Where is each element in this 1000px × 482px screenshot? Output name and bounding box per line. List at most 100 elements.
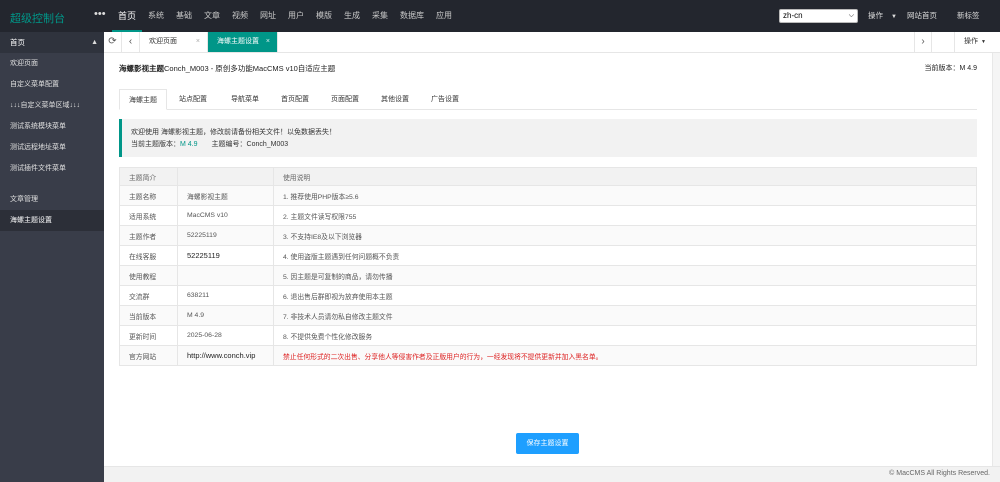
tab-welcome-label: 欢迎页面	[149, 38, 177, 45]
sidebar-item-conch-theme[interactable]: 海螺主题设置	[0, 210, 104, 231]
close-icon[interactable]: ×	[266, 32, 270, 52]
chevron-down-icon: ⌵	[848, 12, 854, 19]
page-title: 海螺影视主题Conch_M003 - 原创多功能MacCMS v10自适应主题	[119, 63, 335, 74]
sidebar-head-home[interactable]: 首页 ▲	[0, 32, 104, 53]
row-key: 使用教程	[119, 265, 178, 286]
top-ops-menu[interactable]: 操作 ▼	[868, 0, 897, 32]
table-row: 官方网站 http://www.conch.vip 禁止任何形式的二次出售、分享…	[119, 345, 977, 366]
top-nav-user[interactable]: 用户	[282, 0, 310, 32]
top-nav-database[interactable]: 数据库	[394, 0, 430, 32]
copyright: © MacCMS All Rights Reserved.	[889, 470, 990, 477]
sidebar-item-test-system[interactable]: 测试系统模块菜单	[0, 116, 104, 137]
tabs-ops-menu[interactable]: 操作 ▼	[954, 32, 1000, 52]
row-note: 2. 主题文件读写权限755	[273, 205, 977, 226]
table-header-intro: 主题简介	[119, 167, 178, 186]
top-nav-apps[interactable]: 应用	[430, 0, 458, 32]
table-header-blank	[177, 167, 274, 186]
row-value: 52225119	[177, 225, 274, 246]
row-value: MacCMS v10	[177, 205, 274, 226]
more-icon[interactable]: •••	[94, 8, 106, 20]
top-ops-label: 操作	[868, 11, 883, 20]
row-key: 当前版本	[119, 305, 178, 326]
row-value: 638211	[177, 285, 274, 306]
tab-other-settings[interactable]: 其他设置	[375, 89, 415, 110]
top-nav-basic[interactable]: 基础	[170, 0, 198, 32]
scrollbar[interactable]	[992, 53, 1000, 466]
close-icon[interactable]: ×	[196, 32, 200, 52]
top-nav-article[interactable]: 文章	[198, 0, 226, 32]
chevron-left-icon[interactable]: ‹	[122, 32, 140, 52]
table-row: 交流群 638211 6. 退出售后群即视为放弃使用本主题	[119, 285, 977, 306]
top-nav-website[interactable]: 网址	[254, 0, 282, 32]
top-nav-video[interactable]: 视频	[226, 0, 254, 32]
row-value	[177, 265, 274, 286]
tab-ad-settings[interactable]: 广告设置	[425, 89, 465, 110]
sidebar-item-custom-menu[interactable]: 自定义菜单配置	[0, 74, 104, 95]
top-nav-collect[interactable]: 采集	[366, 0, 394, 32]
row-key: 官方网站	[119, 345, 178, 366]
tab-home-config[interactable]: 首页配置	[275, 89, 315, 110]
table-row: 主题作者 52225119 3. 不支持IE8及以下浏览器	[119, 225, 977, 246]
top-nav-system[interactable]: 系统	[142, 0, 170, 32]
notice-code-label: 主题编号：	[211, 141, 247, 148]
sidebar-head-label: 首页	[10, 38, 25, 47]
table-row: 当前版本 M 4.9 7. 非技术人员请勿私自修改主题文件	[119, 305, 977, 326]
notice-line: 欢迎使用 海螺影视主题，修改前请备份相关文件！以免数据丢失！	[131, 129, 336, 136]
main-panel: 海螺影视主题Conch_M003 - 原创多功能MacCMS v10自适应主题 …	[104, 53, 992, 466]
sidebar-item-custom-area[interactable]: ↓↓↓自定义菜单区域↓↓↓	[0, 95, 104, 116]
tabs-bar: ⟳ ‹ 欢迎页面 × 海螺主题设置 × › 操作 ▼	[104, 32, 1000, 53]
row-note: 1. 推荐使用PHP版本≥5.6	[273, 185, 977, 206]
caret-up-icon: ▲	[91, 39, 98, 46]
top-bar: 超级控制台 ••• 首页 系统 基础 文章 视频 网址 用户 模版 生成 采集 …	[0, 0, 1000, 32]
top-nav-generate[interactable]: 生成	[338, 0, 366, 32]
row-key: 主题作者	[119, 225, 178, 246]
tab-page-config[interactable]: 页面配置	[325, 89, 365, 110]
tabs-ops-label: 操作	[964, 38, 978, 45]
notice-code-value: Conch_M003	[246, 141, 289, 148]
site-home-link[interactable]: 网站首页	[907, 0, 937, 32]
new-tab-link[interactable]: 新标签	[957, 0, 980, 32]
settings-tabs: 海螺主题 站点配置 导航菜单 首页配置 页面配置 其他设置 广告设置	[119, 89, 977, 110]
sidebar-item-test-remote[interactable]: 测试远程地址菜单	[0, 137, 104, 158]
row-note: 6. 退出售后群即视为放弃使用本主题	[273, 285, 977, 306]
row-key: 适用系统	[119, 205, 178, 226]
table-header-instructions: 使用说明	[273, 167, 977, 186]
sidebar-item-welcome[interactable]: 欢迎页面	[0, 53, 104, 74]
table-row: 主题名称 海螺影视主题 1. 推荐使用PHP版本≥5.6	[119, 185, 977, 206]
tab-conch-theme-info[interactable]: 海螺主题	[119, 89, 167, 110]
row-value: 2025-06-28	[177, 325, 274, 346]
table-header-row: 主题简介 使用说明	[119, 167, 977, 186]
row-value: 海螺影视主题	[177, 185, 274, 206]
current-version: 当前版本：M 4.9	[924, 63, 977, 73]
row-note-warning: 禁止任何形式的二次出售、分享他人等侵害作者及正版用户的行为，一经发现将不提供更新…	[273, 345, 977, 366]
language-select[interactable]: zh-cn ⌵	[779, 9, 858, 23]
footer: © MacCMS All Rights Reserved.	[104, 466, 1000, 482]
tab-welcome[interactable]: 欢迎页面 ×	[140, 32, 208, 52]
row-key: 交流群	[119, 285, 178, 306]
row-note: 8. 不提供免费个性化修改服务	[273, 325, 977, 346]
row-note: 5. 因主题是可复制的商品，请勿传播	[273, 265, 977, 286]
top-nav-template[interactable]: 模版	[310, 0, 338, 32]
tab-conch-theme[interactable]: 海螺主题设置 ×	[208, 32, 278, 52]
table-row: 使用教程 5. 因主题是可复制的商品，请勿传播	[119, 265, 977, 286]
row-value[interactable]: 52225119	[177, 245, 274, 266]
sidebar-group-article[interactable]: 文章管理	[0, 189, 104, 210]
save-theme-settings-button[interactable]: 保存主题设置	[516, 433, 579, 454]
tab-conch-theme-label: 海螺主题设置	[217, 38, 259, 45]
tab-nav-menu[interactable]: 导航菜单	[225, 89, 265, 110]
row-note: 3. 不支持IE8及以下浏览器	[273, 225, 977, 246]
welcome-notice: 欢迎使用 海螺影视主题，修改前请备份相关文件！以免数据丢失！ 当前主题版本：M …	[119, 119, 977, 157]
chevron-right-icon[interactable]: ›	[914, 32, 932, 52]
top-nav-home[interactable]: 首页	[112, 0, 143, 32]
page-title-bold: 海螺影视主题	[119, 64, 164, 73]
row-note: 7. 非技术人员请勿私自修改主题文件	[273, 305, 977, 326]
official-site-link[interactable]: http://www.conch.vip	[177, 345, 274, 366]
brand-logo[interactable]: 超级控制台	[10, 10, 65, 26]
notice-version-label: 当前主题版本：	[131, 141, 180, 148]
sidebar-item-test-plugin[interactable]: 测试插件文件菜单	[0, 158, 104, 179]
current-version-label: 当前版本：	[924, 65, 960, 72]
refresh-icon[interactable]: ⟳	[104, 32, 122, 52]
row-value: M 4.9	[177, 305, 274, 326]
language-value: zh-cn	[783, 11, 803, 20]
tab-site-config[interactable]: 站点配置	[173, 89, 213, 110]
